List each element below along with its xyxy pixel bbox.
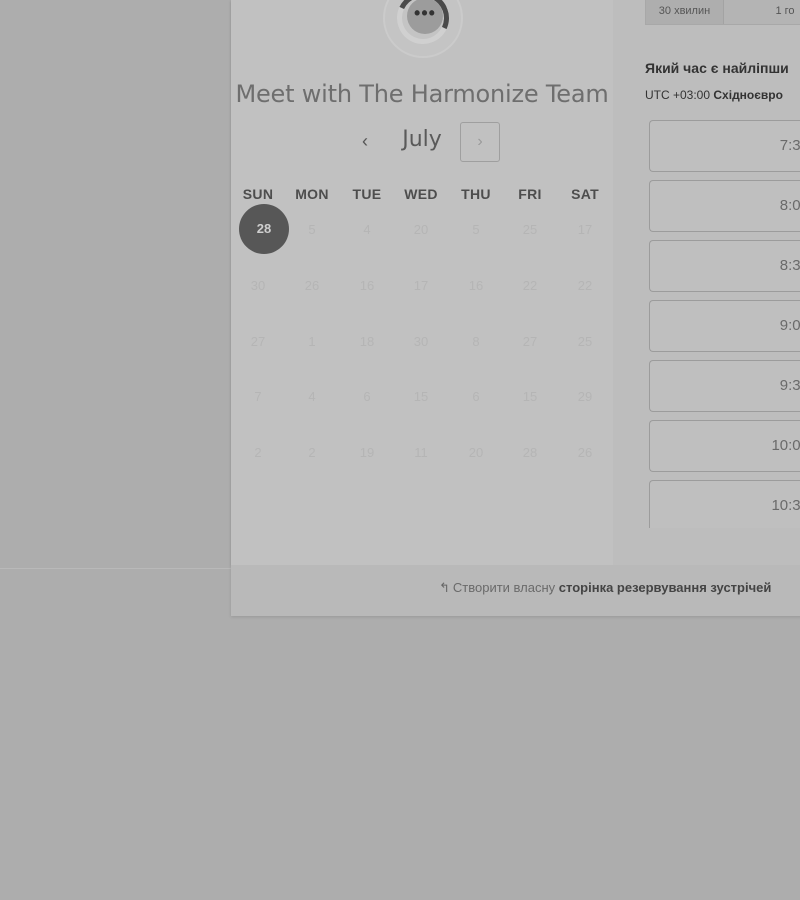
duration-tab-30[interactable]: 30 хвилин [646,0,724,24]
share-icon: ↰ [439,580,450,595]
weekday-mon: MON [295,186,329,202]
footer-text-bold: сторінка резервування зустрічей [558,580,772,595]
calendar-day: 27 [250,334,266,349]
calendar-day: 22 [577,278,593,293]
time-slot[interactable]: 9:00 [649,300,800,352]
calendar-day: 25 [522,222,538,237]
calendar-day: 2 [254,445,262,460]
calendar-day: 29 [577,389,593,404]
weekday-sat: SAT [571,186,599,202]
calendar-panel: ••• Meet with The Harmonize Team ‹ July … [231,0,613,565]
timezone-offset: UTC +03:00 [645,88,711,102]
avatar: ••• [383,0,463,58]
calendar-day: 2 [308,445,316,460]
duration-tab-60[interactable]: 1 го [724,0,800,24]
calendar-day: 15 [522,389,538,404]
calendar-day: 6 [363,389,371,404]
time-slot[interactable]: 10:00 [649,420,800,472]
time-slot[interactable]: 8:30 [649,240,800,292]
time-slot[interactable]: 8:00 [649,180,800,232]
backdrop-divider [0,568,232,569]
calendar-day: 4 [308,389,316,404]
calendar-day: 16 [468,278,484,293]
time-slot[interactable]: 7:30 [649,120,800,172]
calendar-day: 18 [359,334,375,349]
weekday-wed: WED [404,186,438,202]
calendar-day: 25 [577,334,593,349]
weekday-sun: SUN [242,186,274,202]
timezone-name: Східноєвро [713,88,783,102]
time-slot[interactable]: 9:30 [649,360,800,412]
calendar-day: 6 [472,389,480,404]
weekday-tue: TUE [352,186,382,202]
footer-text-plain: Створити власну [452,580,556,595]
calendar-day: 27 [522,334,538,349]
scheduling-widget: ••• Meet with The Harmonize Team ‹ July … [231,0,800,616]
calendar-day: 7 [254,389,262,404]
calendar-day: 11 [414,445,428,460]
calendar-day: 17 [577,222,593,237]
time-question: Який час є найліпши [645,60,789,76]
month-label: July [402,127,442,152]
month-navigation: ‹ July › [231,120,613,162]
timezone-label[interactable]: UTC +03:00 Східноєвро [645,88,800,102]
weekday-fri: FRI [518,186,542,202]
calendar-day: 28 [522,445,538,460]
page: ••• Meet with The Harmonize Team ‹ July … [0,0,800,900]
calendar-day: 15 [413,389,429,404]
duration-tabs: 30 хвилин 1 го [645,0,800,25]
next-month-button[interactable]: › [460,122,500,162]
prev-month-button[interactable]: ‹ [351,128,379,154]
calendar-day: 5 [308,222,316,237]
calendar-day: 26 [304,278,320,293]
calendar-day: 8 [472,334,480,349]
calendar-day: 5 [472,222,480,237]
selected-day[interactable]: 28 [239,204,289,254]
calendar-day: 16 [359,278,375,293]
calendar-day: 17 [413,278,429,293]
footer: ↰ Створити власну сторінка резервування з… [231,565,800,616]
calendar-day: 22 [522,278,538,293]
calendar-day: 30 [413,334,429,349]
calendar-day: 26 [577,445,593,460]
time-panel: 30 хвилин 1 го Який час є найліпши UTC +… [613,0,800,565]
calendar-day: 30 [250,278,266,293]
calendar-day: 20 [468,445,484,460]
time-slots: 7:30 8:00 8:30 9:00 9:30 10:00 10:30 [649,120,800,528]
time-slot[interactable]: 10:30 [649,480,800,528]
weekday-thu: THU [461,186,491,202]
calendar-day: 19 [359,445,375,460]
calendar-day: 1 [308,334,316,349]
create-page-link[interactable]: ↰ Створити власну сторінка резервування з… [439,580,771,596]
page-title: Meet with The Harmonize Team [235,80,609,108]
calendar-day: 4 [363,222,371,237]
calendar-day: 20 [413,222,429,237]
